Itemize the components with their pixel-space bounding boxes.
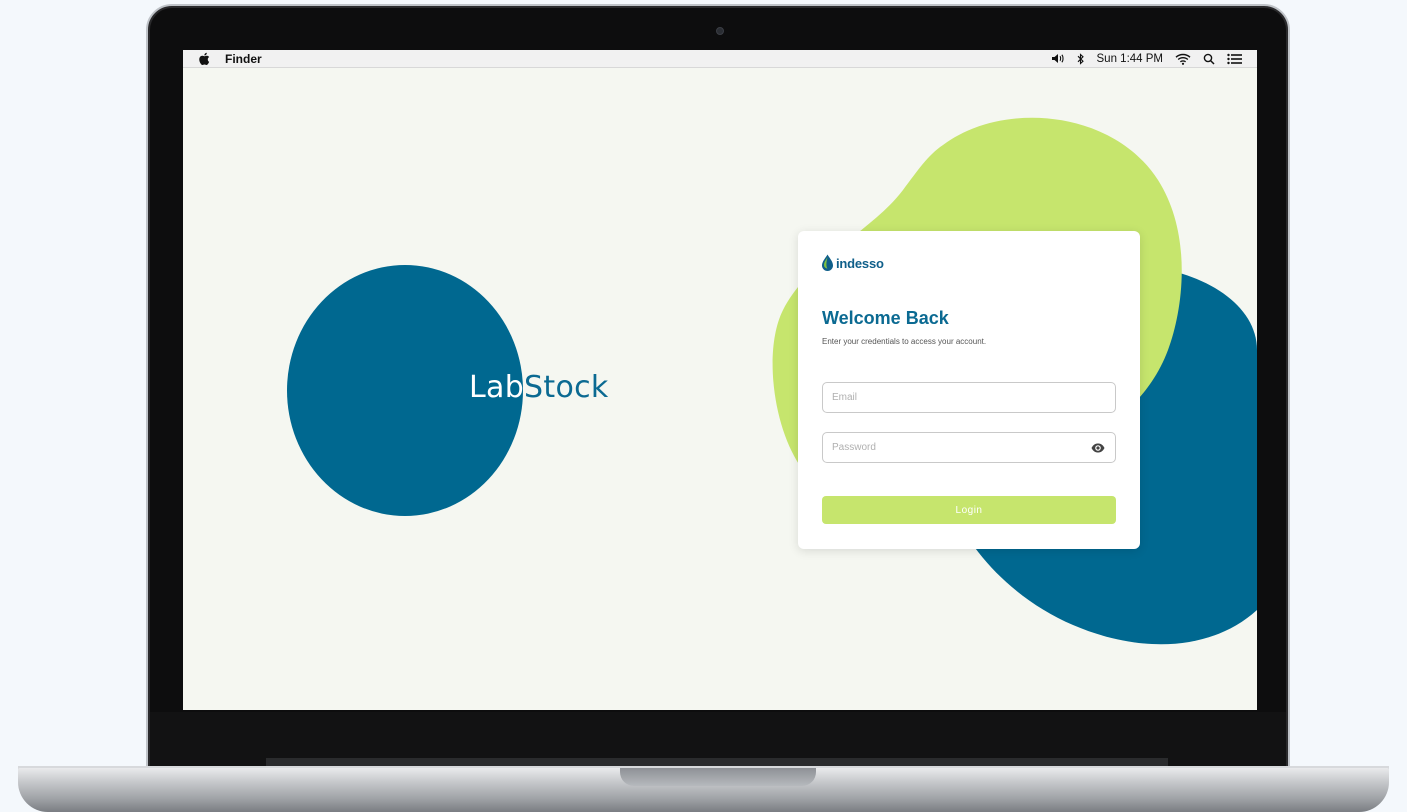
app-title-part2: Stock [524,370,609,405]
menu-list-icon[interactable] [1227,53,1243,65]
status-area: Sun 1:44 PM [1051,53,1243,65]
menu-bar: Finder Sun 1:44 PM [183,50,1257,68]
password-input[interactable] [832,442,1106,453]
bluetooth-icon[interactable] [1077,52,1085,65]
volume-icon[interactable] [1051,53,1065,64]
search-icon[interactable] [1203,53,1215,65]
droplet-icon [822,254,833,271]
login-title: Welcome Back [822,308,949,328]
app-title: LabStock [469,370,609,405]
login-button[interactable]: Login [822,496,1116,524]
clock-text[interactable]: Sun 1:44 PM [1097,53,1163,65]
email-input[interactable] [832,392,1106,403]
eye-icon[interactable] [1091,442,1105,454]
indesso-logo: indesso [821,254,884,272]
active-app-name[interactable]: Finder [225,52,262,66]
wifi-icon[interactable] [1175,53,1191,65]
laptop-notch [620,768,816,786]
password-field[interactable] [822,432,1116,463]
email-field[interactable] [822,382,1116,413]
login-subtitle: Enter your credentials to access your ac… [822,337,987,346]
app-title-part1: Lab [469,370,525,405]
screen: LabStock Finder Sun 1:44 PM indesso Welc… [183,50,1257,710]
camera-icon [716,27,724,35]
logo-text: indesso [836,255,884,271]
login-card: indesso Welcome Back Enter your credenti… [798,231,1140,549]
apple-icon[interactable] [197,52,211,66]
